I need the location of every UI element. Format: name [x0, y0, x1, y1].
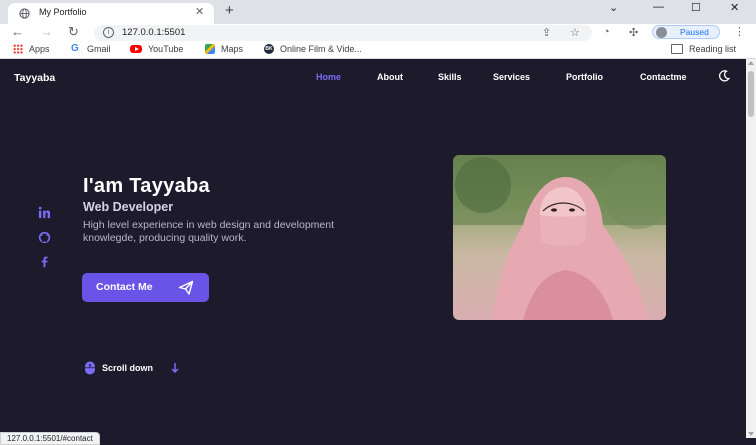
facebook-link[interactable] — [38, 255, 51, 273]
scroll-down-label: Scroll down — [102, 363, 154, 373]
moon-icon[interactable] — [718, 70, 730, 82]
info-icon[interactable]: i — [103, 27, 114, 38]
browser-tabstrip: My Portfolio ✕ + ⌄ — ☐ ✕ — [0, 0, 756, 24]
linkedin-icon — [38, 206, 51, 219]
bk-site-icon: BK — [264, 44, 274, 54]
scroll-down-arrow-icon[interactable] — [748, 432, 754, 436]
github-icon — [38, 231, 51, 244]
scrollbar-thumb[interactable] — [748, 71, 754, 117]
contact-me-label: Contact Me — [96, 281, 153, 293]
profile-photo — [453, 155, 666, 320]
forward-icon[interactable]: → — [40, 25, 53, 39]
status-bar-url: 127.0.0.1:5501/#contact — [0, 432, 100, 445]
browser-tab[interactable]: My Portfolio ✕ — [8, 3, 214, 24]
bookmark-label: YouTube — [148, 44, 184, 54]
puzzle-icon[interactable]: ✣ — [629, 26, 638, 39]
minimize-button[interactable]: — — [653, 1, 664, 13]
hero-subtitle: Web Developer — [83, 200, 174, 214]
scroll-up-arrow-icon[interactable] — [748, 61, 754, 65]
reading-list-button[interactable]: Reading list — [671, 44, 736, 54]
menu-icon[interactable]: ⋮ — [734, 25, 745, 38]
extension-icon[interactable]: ◔ — [603, 26, 610, 38]
bookmark-label: Apps — [29, 44, 50, 54]
hijab-portrait-illustration — [453, 155, 666, 320]
reading-list-label: Reading list — [689, 44, 737, 54]
reload-icon[interactable]: ↻ — [68, 25, 79, 39]
bookmark-label: Gmail — [87, 44, 111, 54]
facebook-icon — [41, 256, 48, 268]
bookmark-gmail[interactable]: G Gmail — [71, 43, 111, 55]
nav-about[interactable]: About — [377, 72, 403, 82]
profile-button[interactable]: Paused — [652, 25, 720, 39]
chevron-down-icon[interactable]: ⌄ — [609, 1, 618, 14]
new-tab-button[interactable]: + — [225, 2, 234, 19]
send-icon — [178, 280, 194, 295]
globe-icon — [19, 8, 30, 19]
contact-me-button[interactable]: Contact Me — [82, 273, 209, 302]
site-logo[interactable]: Tayyaba — [14, 72, 55, 84]
github-link[interactable] — [38, 231, 51, 249]
mouse-icon — [85, 361, 95, 375]
apps-grid-icon — [13, 44, 23, 54]
maximize-button[interactable]: ☐ — [691, 1, 701, 14]
bookmarks-bar: Apps G Gmail YouTube Maps BK Online Film… — [0, 41, 756, 59]
nav-services[interactable]: Services — [493, 72, 530, 82]
google-icon: G — [71, 43, 79, 54]
bookmark-label: Maps — [221, 44, 244, 54]
bookmark-apps[interactable]: Apps — [13, 44, 50, 54]
arrow-down-icon — [171, 363, 179, 374]
bookmark-online-film[interactable]: BK Online Film & Vide... — [264, 44, 362, 54]
hero-description: High level experience in web design and … — [83, 219, 334, 244]
nav-home[interactable]: Home — [316, 72, 341, 82]
linkedin-link[interactable] — [38, 206, 51, 224]
nav-contactme[interactable]: Contactme — [640, 72, 687, 82]
portfolio-page: Tayyaba Home About Skills Services Portf… — [0, 59, 746, 438]
back-icon[interactable]: ← — [11, 25, 24, 39]
close-tab-icon[interactable]: ✕ — [195, 5, 204, 18]
address-bar[interactable]: i 127.0.0.1:5501 ⇪ ☆ — [94, 25, 592, 41]
nav-portfolio[interactable]: Portfolio — [566, 72, 603, 82]
avatar — [656, 27, 667, 38]
maps-icon — [205, 44, 215, 54]
bookmark-label: Online Film & Vide... — [280, 44, 362, 54]
address-bar-row: ← → ↻ i 127.0.0.1:5501 ⇪ ☆ — [0, 24, 756, 41]
youtube-icon — [130, 45, 142, 53]
page-scrollbar[interactable] — [746, 59, 756, 438]
url-text[interactable]: 127.0.0.1:5501 — [122, 27, 185, 38]
share-icon[interactable]: ⇪ — [542, 26, 551, 39]
profile-status: Paused — [680, 27, 709, 37]
nav-skills[interactable]: Skills — [438, 72, 462, 82]
reading-list-icon — [671, 44, 683, 54]
tab-title: My Portfolio — [39, 7, 87, 17]
bookmark-maps[interactable]: Maps — [205, 44, 243, 54]
close-window-button[interactable]: ✕ — [730, 1, 739, 14]
bookmark-star-icon[interactable]: ☆ — [570, 26, 580, 39]
bookmark-youtube[interactable]: YouTube — [130, 44, 183, 54]
hero-title: I'am Tayyaba — [83, 175, 210, 197]
